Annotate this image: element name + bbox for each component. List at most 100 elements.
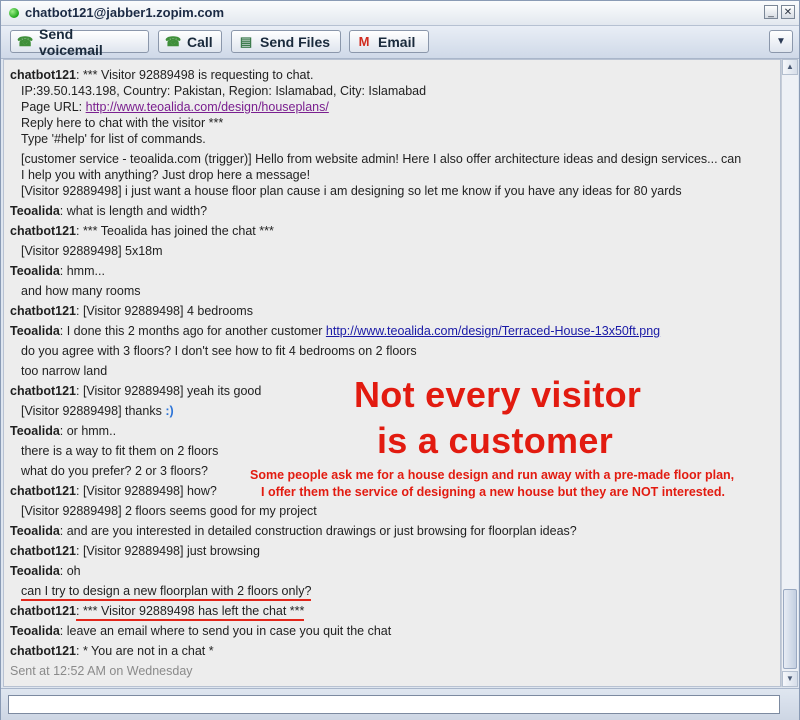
chat-line: [Visitor 92889498] i just want a house f… [21,184,682,198]
chat-line: chatbot121: * You are not in a chat * [10,644,214,658]
annotation-note-2: I offer them the service of designing a … [261,485,725,499]
message-text: [Visitor 92889498] 2 floors seems good f… [21,504,317,518]
message-input[interactable] [8,695,780,714]
annotation-headline-1: Not every visitor [354,374,642,415]
minimize-button[interactable]: _ [764,5,778,19]
chat-transcript[interactable]: chatbot121: *** Visitor 92889498 is requ… [3,59,781,687]
close-button[interactable]: ✕ [781,5,795,19]
message-text: [Visitor 92889498] 5x18m [21,244,163,258]
send-voicemail-button[interactable]: ☎ Send voicemail [10,26,149,58]
floorplan-image-link[interactable]: http://www.teoalida.com/design/Terraced-… [326,324,660,338]
call-button[interactable]: ☎ Call [158,30,222,53]
message-text: do you agree with 3 floors? I don't see … [21,344,417,358]
chat-line: chatbot121: *** Visitor 92889498 is requ… [10,68,313,82]
chat-line: chatbot121: [Visitor 92889498] 4 bedroom… [10,304,253,318]
speaker-name: chatbot121 [10,484,76,498]
chat-window: chatbot121@jabber1.zopim.com _ ✕ ☎ Send … [0,0,800,720]
page-url-link[interactable]: http://www.teoalida.com/design/houseplan… [86,100,329,114]
chat-line: Teoalida: leave an email where to send y… [10,624,391,638]
annotation-headline-2: is a customer [377,420,614,461]
title-bar[interactable]: chatbot121@jabber1.zopim.com _ ✕ [1,1,799,26]
message-text: : [Visitor 92889498] yeah its good [76,384,262,398]
speaker-name: chatbot121 [10,68,76,82]
message-text: Page URL: [21,100,86,114]
chat-line: and how many rooms [21,284,141,298]
message-input-bar [1,688,799,720]
message-text: : * You are not in a chat * [76,644,214,658]
window-title: chatbot121@jabber1.zopim.com [25,5,225,20]
message-text: Reply here to chat with the visitor *** [21,116,224,130]
speaker-name: chatbot121 [10,384,76,398]
chat-line: Type '#help' for list of commands. [21,132,206,146]
chat-line: Teoalida: what is length and width? [10,204,207,218]
annotation-note-1: Some people ask me for a house design an… [250,468,735,482]
message-text: there is a way to fit them on 2 floors [21,444,219,458]
chat-line: chatbot121: [Visitor 92889498] just brow… [10,544,260,558]
send-files-button[interactable]: ▤ Send Files [231,30,341,53]
message-text: : and are you interested in detailed con… [59,524,577,538]
speaker-name: Teoalida [10,324,60,338]
files-icon: ▤ [239,33,253,49]
chat-line: do you agree with 3 floors? I don't see … [21,344,417,358]
chat-line: there is a way to fit them on 2 floors [21,444,218,458]
smiley-icon: :) [165,404,174,418]
chat-line: Teoalida: or hmm.. [10,424,116,438]
message-text: : *** Teoalida has joined the chat *** [76,224,274,238]
chat-line: IP:39.50.143.198, Country: Pakistan, Reg… [21,84,426,98]
message-text: Type '#help' for list of commands. [21,132,206,146]
speaker-name: chatbot121 [10,544,76,558]
chat-line: I help you with anything? Just drop here… [21,168,310,182]
gmail-icon: M [358,33,370,49]
message-text: : I done this 2 months ago for another c… [59,324,326,338]
speaker-name: chatbot121 [10,644,76,658]
message-text: too narrow land [21,364,108,378]
vertical-scrollbar[interactable]: ▲ ▼ [781,59,798,687]
chat-line: Teoalida: and are you interested in deta… [10,524,577,538]
speaker-name: chatbot121 [10,604,76,618]
chat-line: what do you prefer? 2 or 3 floors? [21,464,208,478]
phone-icon: ☎ [165,33,182,49]
message-text: I help you with anything? Just drop here… [21,168,311,182]
chat-line: Reply here to chat with the visitor *** [21,116,223,130]
send-files-label: Send Files [260,33,331,50]
chat-line: [Visitor 92889498] 2 floors seems good f… [21,504,317,518]
speaker-name: Teoalida [10,264,60,278]
message-text: : *** Visitor 92889498 is requesting to … [76,68,314,82]
speaker-name: chatbot121 [10,224,76,238]
speaker-name: Teoalida [10,564,60,578]
email-button[interactable]: M Email [349,30,429,53]
message-text: can I try to design a new floorplan with… [21,584,312,601]
send-voicemail-label: Send voicemail [39,25,103,58]
chat-line: [customer service - teoalida.com (trigge… [21,152,741,166]
message-text: [customer service - teoalida.com (trigge… [21,152,742,166]
chat-line: [Visitor 92889498] 5x18m [21,244,163,258]
message-text: : what is length and width? [59,204,208,218]
message-text: : or hmm.. [59,424,117,438]
message-text: and how many rooms [21,284,141,298]
chat-line: chatbot121: [Visitor 92889498] how? [10,484,217,498]
message-text: : *** Visitor 92889498 has left the chat… [76,604,305,621]
chat-line: chatbot121: *** Visitor 92889498 has lef… [10,604,305,621]
chat-line: [Visitor 92889498] thanks :) [21,404,174,418]
scroll-up-icon[interactable]: ▲ [782,59,798,75]
chat-line: chatbot121: *** Teoalida has joined the … [10,224,274,238]
message-text: IP:39.50.143.198, Country: Pakistan, Reg… [21,84,427,98]
message-text: what do you prefer? 2 or 3 floors? [21,464,208,478]
chat-line: too narrow land [21,364,107,378]
message-text: [Visitor 92889498] i just want a house f… [21,184,682,198]
chat-line: Page URL: http://www.teoalida.com/design… [21,100,329,114]
chat-line: Teoalida: oh [10,564,81,578]
speaker-name: Teoalida [10,424,60,438]
scroll-down-icon[interactable]: ▼ [782,671,798,687]
online-status-icon [9,8,19,18]
phone-icon: ☎ [17,33,34,49]
speaker-name: chatbot121 [10,304,76,318]
message-text: : oh [59,564,81,578]
message-text: : hmm... [59,264,105,278]
scrollbar-thumb[interactable] [783,589,797,669]
options-menu-button[interactable]: ▼ [769,30,793,53]
message-text: : [Visitor 92889498] just browsing [76,544,260,558]
chat-line: can I try to design a new floorplan with… [21,584,312,601]
message-text: : [Visitor 92889498] 4 bedrooms [76,304,253,318]
chat-line: chatbot121: [Visitor 92889498] yeah its … [10,384,261,398]
